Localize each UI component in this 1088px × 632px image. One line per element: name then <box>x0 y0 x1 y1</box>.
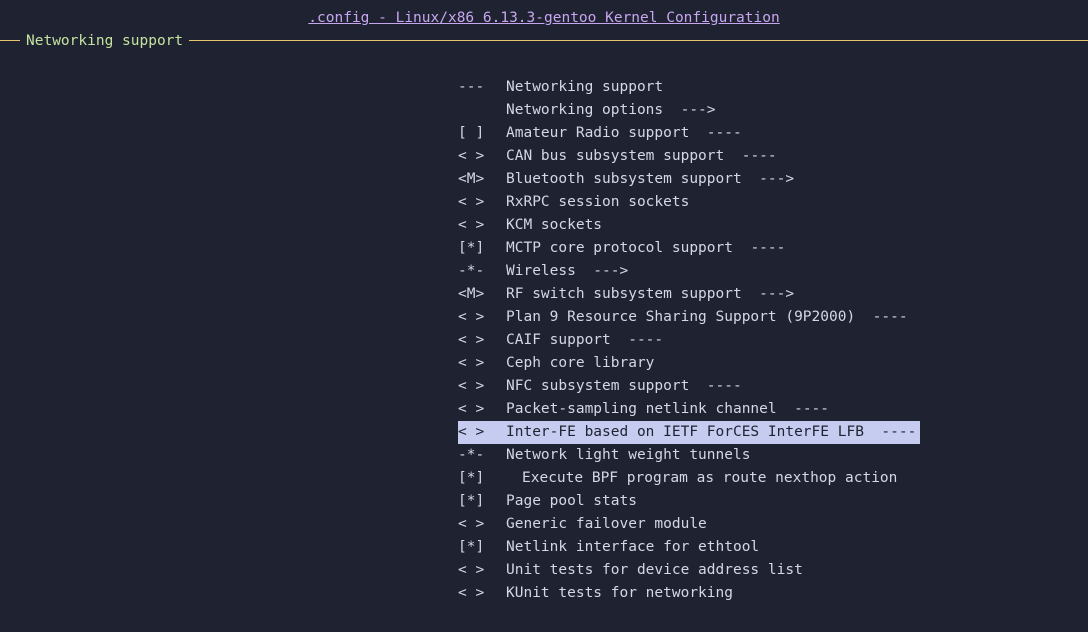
menu-item-suffix: ---- <box>855 309 908 325</box>
menu-item[interactable]: [*] MCTP core protocol support ---- <box>458 237 920 260</box>
menu-item-state: [*] <box>458 493 485 509</box>
menu-item-state: -*- <box>458 447 485 463</box>
menu-item[interactable]: Networking options ---> <box>458 99 920 122</box>
menu-item-label: Networking options <box>506 102 664 118</box>
menu-item[interactable]: < > Plan 9 Resource Sharing Support (9P20… <box>458 306 920 329</box>
menu-item[interactable]: [ ] Amateur Radio support ---- <box>458 122 920 145</box>
menu-item-suffix: ---> <box>663 102 716 118</box>
menu-item-state: < > <box>458 516 485 532</box>
menu-item-label: Generic failover module <box>506 516 707 532</box>
menu-item-label: Netlink interface for ethtool <box>506 539 760 555</box>
menu-item-state: [*] <box>458 240 485 256</box>
menu-item-state: < > <box>458 424 485 440</box>
menu-item[interactable]: < > NFC subsystem support ---- <box>458 375 920 398</box>
menu-item[interactable]: [*] Page pool stats <box>458 490 920 513</box>
menu-item-label: KUnit tests for networking <box>506 585 733 601</box>
menu-item[interactable]: < > Generic failover module <box>458 513 920 536</box>
menu-item-state: <M> <box>458 171 485 187</box>
frame-title: Networking support <box>20 31 190 51</box>
menu-item-suffix: ---- <box>689 378 742 394</box>
menu-item-label: Wireless <box>506 263 576 279</box>
menu-item-suffix: ---> <box>575 263 629 279</box>
menu-frame: Networking support <box>0 31 1088 51</box>
menu-item-label: Networking support <box>506 79 664 95</box>
menu-item[interactable]: < > Unit tests for device address list <box>458 559 920 582</box>
menu-item-label: KCM sockets <box>506 217 603 233</box>
menu-item-label: RF switch subsystem support <box>506 286 742 302</box>
menu-item-state: -*- <box>458 263 485 279</box>
menu-item[interactable]: -*- Network light weight tunnels <box>458 444 920 467</box>
menu-item-label: Amateur Radio support <box>506 125 690 141</box>
menu-item[interactable]: < > RxRPC session sockets <box>458 191 920 214</box>
menu-item-label: Unit tests for device address list <box>506 562 803 578</box>
menu-item[interactable]: <M> RF switch subsystem support ---> <box>458 283 920 306</box>
menu-item[interactable]: -*- Wireless ---> <box>458 260 920 283</box>
menu-item-state: < > <box>458 332 485 348</box>
menu-item-suffix: ---> <box>741 171 795 187</box>
menu-item-suffix: ---- <box>863 424 917 440</box>
menu-item-label: CAN bus subsystem support <box>506 148 725 164</box>
menu-list: --- Networking support Networking options… <box>458 76 921 605</box>
menu-item-label: CAIF support <box>506 332 611 348</box>
menu-item[interactable]: < > Packet-sampling netlink channel ---- <box>458 398 920 421</box>
menu-item-label: Network light weight tunnels <box>506 447 751 463</box>
menu-item[interactable]: < > CAIF support ---- <box>458 329 920 352</box>
menu-item-suffix: ---- <box>610 332 664 348</box>
menu-item[interactable]: --- Networking support <box>458 76 920 99</box>
menu-item-state: < > <box>458 401 485 417</box>
menu-item-label: Packet-sampling netlink channel <box>506 401 777 417</box>
menu-item-state: --- <box>458 79 493 95</box>
menu-item-state: [*] <box>458 539 485 555</box>
menu-item-state: [*] <box>458 470 485 486</box>
menu-item-label: Plan 9 Resource Sharing Support (9P2000) <box>506 309 856 325</box>
menu-item[interactable]: < > CAN bus subsystem support ---- <box>458 145 920 168</box>
menu-item-state: <M> <box>458 286 485 302</box>
menu-item[interactable]: [*] Execute BPF program as route nexthop … <box>458 467 920 490</box>
menu-item[interactable]: [*] Netlink interface for ethtool <box>458 536 920 559</box>
menu-item-label: Bluetooth subsystem support <box>506 171 742 187</box>
menu-item-label: MCTP core protocol support <box>506 240 733 256</box>
menu-item-suffix: ---- <box>732 240 786 256</box>
menu-item-suffix: ---- <box>776 401 830 417</box>
menu-item-state: < > <box>458 194 485 210</box>
menu-item-state: < > <box>458 309 485 325</box>
menu-item-state: < > <box>458 217 485 233</box>
menu-item-label: NFC subsystem support <box>506 378 690 394</box>
menu-item-state: < > <box>458 355 485 371</box>
menu-item-selected[interactable]: < > Inter-FE based on IETF ForCES InterFE… <box>458 421 921 444</box>
menu-item[interactable]: < > Ceph core library <box>458 352 920 375</box>
menu-item-label: Page pool stats <box>506 493 637 509</box>
menu-item-suffix: ---- <box>724 148 777 164</box>
menu-item-suffix: ---- <box>689 125 742 141</box>
menu-item-state: < > <box>458 148 485 164</box>
menu-item-state: < > <box>458 378 485 394</box>
menu-item-label: RxRPC session sockets <box>506 194 690 210</box>
menu-item-state: < > <box>458 585 485 601</box>
menu-item-label: Ceph core library <box>506 355 655 371</box>
window-title: .config - Linux/x86 6.13.3-gentoo Kernel… <box>308 10 780 26</box>
menu-item-label: Execute BPF program as route nexthop act… <box>522 470 898 486</box>
menu-item[interactable]: <M> Bluetooth subsystem support ---> <box>458 168 920 191</box>
menu-item-suffix: ---> <box>741 286 795 302</box>
menu-item-state: < > <box>458 562 485 578</box>
menu-item[interactable]: < > KUnit tests for networking <box>458 582 920 605</box>
menu-item-state: [ ] <box>458 125 485 141</box>
menu-item-label: Inter-FE based on IETF ForCES InterFE LF… <box>506 424 864 440</box>
menu-item[interactable]: < > KCM sockets <box>458 214 920 237</box>
